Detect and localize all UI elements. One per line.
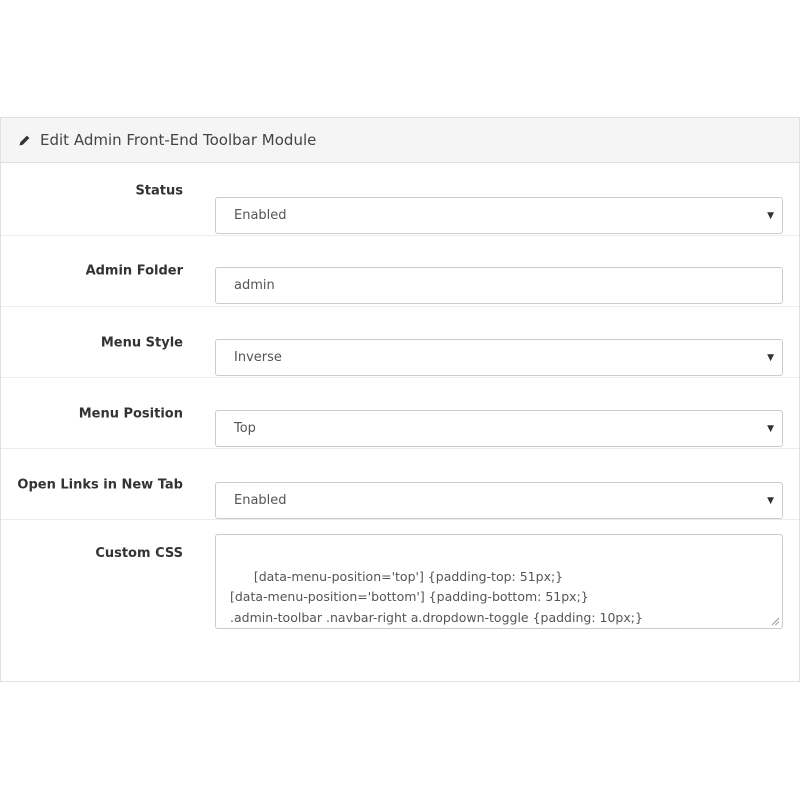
admin-folder-input[interactable]: admin	[215, 267, 783, 304]
custom-css-row: Custom CSS [data-menu-position='top'] {p…	[1, 519, 799, 681]
menu-position-value: Top	[234, 421, 256, 436]
menu-style-select[interactable]: Inverse ▼	[215, 339, 783, 376]
status-label: Status	[135, 183, 183, 199]
admin-folder-row: Admin Folder admin	[1, 235, 799, 307]
status-value: Enabled	[234, 208, 287, 223]
caret-down-icon: ▼	[767, 210, 774, 221]
resize-grip-icon[interactable]	[771, 617, 780, 626]
menu-position-select[interactable]: Top ▼	[215, 410, 783, 447]
edit-module-panel: Edit Admin Front-End Toolbar Module Stat…	[0, 117, 800, 682]
open-links-value: Enabled	[234, 493, 287, 508]
admin-folder-value: admin	[234, 278, 275, 293]
custom-css-label: Custom CSS	[95, 546, 183, 561]
caret-down-icon: ▼	[767, 423, 774, 434]
panel-title: Edit Admin Front-End Toolbar Module	[40, 131, 317, 149]
status-select[interactable]: Enabled ▼	[215, 197, 783, 234]
admin-folder-label: Admin Folder	[85, 263, 183, 279]
status-row: Status Enabled ▼	[1, 164, 799, 236]
menu-position-row: Menu Position Top ▼	[1, 377, 799, 449]
menu-style-value: Inverse	[234, 350, 282, 365]
open-links-row: Open Links in New Tab Enabled ▼	[1, 448, 799, 520]
caret-down-icon: ▼	[767, 495, 774, 506]
open-links-select[interactable]: Enabled ▼	[215, 482, 783, 519]
open-links-label: Open Links in New Tab	[17, 477, 183, 493]
menu-style-row: Menu Style Inverse ▼	[1, 306, 799, 378]
caret-down-icon: ▼	[767, 352, 774, 363]
panel-heading: Edit Admin Front-End Toolbar Module	[1, 118, 799, 163]
custom-css-textarea[interactable]: [data-menu-position='top'] {padding-top:…	[215, 534, 783, 629]
custom-css-value: [data-menu-position='top'] {padding-top:…	[230, 568, 643, 625]
menu-style-label: Menu Style	[100, 335, 183, 351]
pencil-icon	[19, 135, 30, 145]
menu-position-label: Menu Position	[78, 406, 183, 422]
